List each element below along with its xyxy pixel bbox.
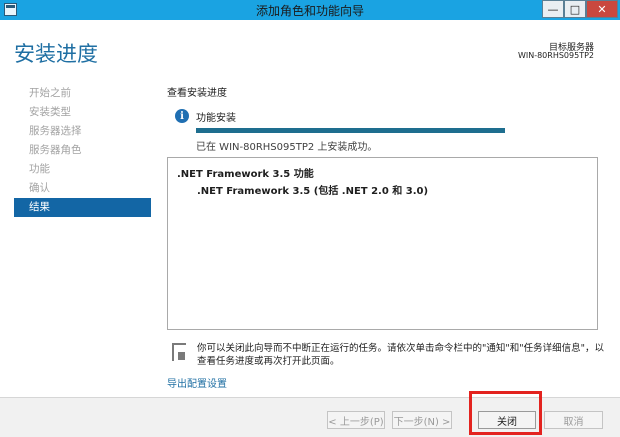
previous-button[interactable]: < 上一步(P): [327, 411, 385, 429]
sidebar-item-confirmation: 确认: [29, 182, 50, 194]
install-status-text: 已在 WIN-80RHS095TP2 上安装成功。: [196, 142, 378, 153]
sidebar-item-server-selection: 服务器选择: [29, 125, 82, 137]
close-window-button[interactable]: ✕: [586, 0, 618, 18]
next-button[interactable]: 下一步(N) >: [392, 411, 452, 429]
cancel-button[interactable]: 取消: [544, 411, 603, 429]
sidebar-item-results[interactable]: 结果: [14, 198, 151, 217]
section-label: 查看安装进度: [167, 88, 227, 99]
minimize-button[interactable]: —: [542, 0, 564, 18]
feature-install-label: 功能安装: [196, 113, 236, 124]
result-item-subfeature: .NET Framework 3.5 (包括 .NET 2.0 和 3.0): [197, 186, 429, 197]
result-item-feature: .NET Framework 3.5 功能: [177, 169, 314, 180]
results-list[interactable]: .NET Framework 3.5 功能 .NET Framework 3.5…: [167, 157, 598, 330]
info-icon: i: [175, 109, 189, 123]
sidebar-item-installation-type: 安装类型: [29, 106, 71, 118]
target-server-name: WIN-80RHS095TP2: [517, 51, 594, 60]
page-title: 安装进度: [14, 42, 98, 66]
sidebar-item-features: 功能: [29, 163, 50, 175]
close-button-highlight: [469, 391, 542, 435]
title-bar: 添加角色和功能向导 — □ ✕: [0, 0, 620, 20]
sidebar-item-before-you-begin: 开始之前: [29, 87, 71, 99]
export-config-link[interactable]: 导出配置设置: [167, 375, 227, 390]
wizard-steps-sidebar: 开始之前 安装类型 服务器选择 服务器角色 功能 确认 结果: [14, 84, 151, 217]
install-progress-fill: [196, 128, 505, 133]
window-title: 添加角色和功能向导: [255, 4, 364, 18]
close-wizard-note: 你可以关闭此向导而不中断正在运行的任务。请依次单击命令栏中的"通知"和"任务详细…: [197, 343, 604, 367]
install-progress-bar: [196, 128, 505, 133]
sidebar-item-server-roles: 服务器角色: [29, 144, 82, 156]
maximize-button[interactable]: □: [564, 0, 586, 18]
note-flag-icon: [172, 343, 186, 361]
